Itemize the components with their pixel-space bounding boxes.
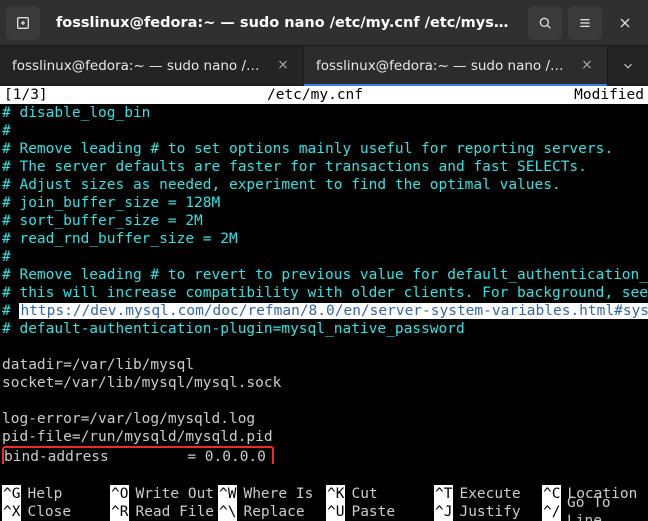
close-icon [617,15,633,31]
hamburger-icon [577,15,593,31]
tab-overflow-button[interactable] [608,46,648,85]
footer-row-2: ^X Close ^R Read File^\ Replace ^U Paste ^J Just… [0,503,648,521]
footer-row-1: ^G Help ^O Write Out^W Where Is ^K Cut ^T Execut… [0,485,648,503]
shortcut-label: Execute [459,485,520,503]
shortcut-key: ^K [326,485,345,503]
editor-line: # join_buffer_size = 128M [0,194,648,212]
editor-line: # Remove leading # to revert to previous… [0,266,648,284]
shortcut-key: ^T [434,485,453,503]
shortcut-label: Where Is [243,485,313,503]
tab-bar: fosslinux@fedora:~ — sudo nano /… × foss… [0,46,648,86]
editor-content[interactable]: # disable_log_bin## Remove leading # to … [0,104,648,482]
nano-filename: /etc/my.cnf [62,86,568,104]
header-bar: fosslinux@fedora:~ — sudo nano /etc/my.c… [0,0,648,46]
editor-line [0,392,648,410]
footer-shortcut: ^U Paste [324,503,432,521]
editor-line: datadir=/var/lib/mysql [0,356,648,374]
close-window-button[interactable] [608,6,642,40]
shortcut-key: ^J [434,503,453,521]
shortcut-label: Justify [459,503,520,521]
shortcut-key: ^R [110,503,129,521]
editor-line: # https://dev.mysql.com/doc/refman/8.0/e… [0,302,648,320]
highlight-box: bind-address = 0.0.0.0 [2,446,274,464]
tab-2[interactable]: fosslinux@fedora:~ — sudo nano /… × [304,46,608,85]
editor-line: # default-authentication-plugin=mysql_na… [0,320,648,338]
footer-shortcut: ^T Execute [432,485,540,503]
shortcut-label: Replace [243,503,304,521]
footer-shortcut: ^G Help [0,485,108,503]
shortcut-label: Read File [135,503,214,521]
editor-line: socket=/var/lib/mysql/mysql.sock [0,374,648,392]
shortcut-key: ^W [218,485,237,503]
editor-line: pid-file=/run/mysqld/mysqld.pid [0,428,648,446]
footer-shortcut: ^J Justify [432,503,540,521]
footer-shortcut: ^K Cut [324,485,432,503]
shortcut-label: Cut [351,485,377,503]
search-icon [537,15,553,31]
footer-shortcut: ^\ Replace [216,503,324,521]
footer-shortcut: ^W Where Is [216,485,324,503]
shortcut-label: Go To Line [567,494,648,521]
tab-label: fosslinux@fedora:~ — sudo nano /… [12,58,267,74]
tab-label: fosslinux@fedora:~ — sudo nano /… [316,58,571,74]
plus-box-icon [15,15,31,31]
search-button[interactable] [528,6,562,40]
editor-line: # Remove leading # to set options mainly… [0,140,648,158]
tab-close-button[interactable]: × [579,58,595,74]
nano-title-bar: [1/3] /etc/my.cnf Modified [0,86,648,104]
editor-line: # disable_log_bin [0,104,648,122]
new-tab-button[interactable] [6,6,40,40]
shortcut-key: ^U [326,503,345,521]
shortcut-label: Close [27,503,71,521]
footer-shortcut: ^/Go To Line [540,503,648,521]
nano-buffer-indicator: [1/3] [0,86,62,104]
shortcut-key: ^C [542,485,561,503]
editor-line: log-error=/var/log/mysqld.log [0,410,648,428]
tab-1[interactable]: fosslinux@fedora:~ — sudo nano /… × [0,46,304,85]
editor-line [0,338,648,356]
editor-line: # sort_buffer_size = 2M [0,212,648,230]
nano-footer: ^G Help ^O Write Out^W Where Is ^K Cut ^T Execut… [0,485,648,521]
editor-line: # The server defaults are faster for tra… [0,158,648,176]
footer-shortcut: ^R Read File [108,503,216,521]
shortcut-label: Write Out [135,485,214,503]
editor-line: # [0,122,648,140]
editor-line: # [0,248,648,266]
shortcut-label: Help [27,485,62,503]
shortcut-key: ^G [2,485,21,503]
shortcut-key: ^X [2,503,21,521]
footer-shortcut: ^O Write Out [108,485,216,503]
shortcut-key: ^\ [218,503,237,521]
editor-line-highlighted: bind-address = 0.0.0.0 [0,446,648,464]
menu-button[interactable] [568,6,602,40]
tab-close-button[interactable]: × [275,58,291,74]
footer-shortcut: ^X Close [0,503,108,521]
shortcut-label: Paste [351,503,395,521]
editor-line: # this will increase compatibility with … [0,284,648,302]
editor-line: # Adjust sizes as needed, experiment to … [0,176,648,194]
chevron-down-icon [621,59,635,73]
terminal[interactable]: [1/3] /etc/my.cnf Modified # disable_log… [0,86,648,521]
editor-line: # read_rnd_buffer_size = 2M [0,230,648,248]
shortcut-key: ^/ [542,503,561,521]
shortcut-key: ^O [110,485,129,503]
window-title: fosslinux@fedora:~ — sudo nano /etc/my.c… [46,15,522,31]
nano-modified-flag: Modified [568,86,648,104]
